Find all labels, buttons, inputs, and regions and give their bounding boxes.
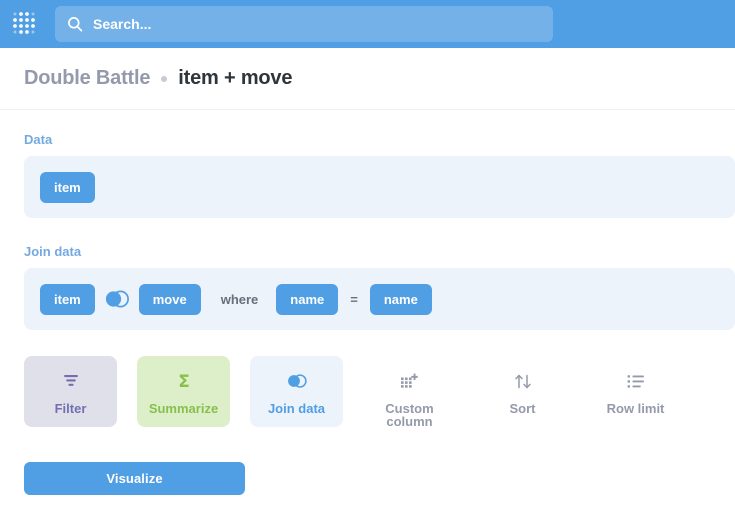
page-title[interactable]: item + move <box>178 67 292 90</box>
action-join-data[interactable]: Join data <box>250 356 343 427</box>
top-navbar <box>0 0 735 48</box>
join-left-column-chip[interactable]: name <box>276 284 338 315</box>
breadcrumb-separator-dot <box>161 76 167 82</box>
action-row-limit[interactable]: Row limit <box>589 356 682 427</box>
action-summarize[interactable]: Σ Summarize <box>137 356 230 427</box>
action-sort[interactable]: Sort <box>476 356 569 427</box>
join-operator-label[interactable]: = <box>350 292 358 307</box>
add-column-icon <box>363 370 456 392</box>
action-row-limit-label: Row limit <box>589 402 682 415</box>
collection-breadcrumb[interactable]: Double Battle <box>24 67 150 90</box>
left-join-venn-icon <box>250 370 343 392</box>
action-custom-column-label: Custom column <box>363 402 456 428</box>
notebook-step-data: Data item <box>24 132 735 218</box>
notebook-editor: Data item Join data item move where name… <box>0 110 735 495</box>
svg-text:Σ: Σ <box>178 372 190 390</box>
join-step-panel: item move where name = name <box>24 268 735 330</box>
join-left-table-chip[interactable]: item <box>40 284 95 315</box>
step-label-data: Data <box>24 132 735 147</box>
sigma-sum-icon: Σ <box>137 370 230 392</box>
notebook-action-bar: Filter Σ Summarize Join data <box>24 356 735 440</box>
list-rows-icon <box>589 370 682 392</box>
action-sort-label: Sort <box>476 402 569 415</box>
data-source-chip[interactable]: item <box>40 172 95 203</box>
data-step-panel: item <box>24 156 735 218</box>
notebook-step-join: Join data item move where name = name <box>24 244 735 330</box>
search-icon <box>67 16 83 32</box>
search-input[interactable] <box>93 6 541 42</box>
join-right-column-chip[interactable]: name <box>370 284 432 315</box>
visualize-button[interactable]: Visualize <box>24 462 245 495</box>
action-filter[interactable]: Filter <box>24 356 117 427</box>
action-summarize-label: Summarize <box>137 402 230 415</box>
metabase-dot-grid-logo[interactable] <box>9 8 41 40</box>
left-join-venn-icon[interactable] <box>103 285 131 313</box>
search-bar[interactable] <box>55 6 553 42</box>
join-where-label: where <box>221 292 259 307</box>
question-header: Double Battle item + move <box>0 48 735 110</box>
sort-arrows-icon <box>476 370 569 392</box>
join-clause-row: item move where name = name <box>40 284 432 315</box>
action-join-data-label: Join data <box>250 402 343 415</box>
action-custom-column[interactable]: Custom column <box>363 356 456 440</box>
action-filter-label: Filter <box>24 402 117 415</box>
filter-funnel-icon <box>24 370 117 392</box>
join-right-table-chip[interactable]: move <box>139 284 201 315</box>
step-label-join: Join data <box>24 244 735 259</box>
